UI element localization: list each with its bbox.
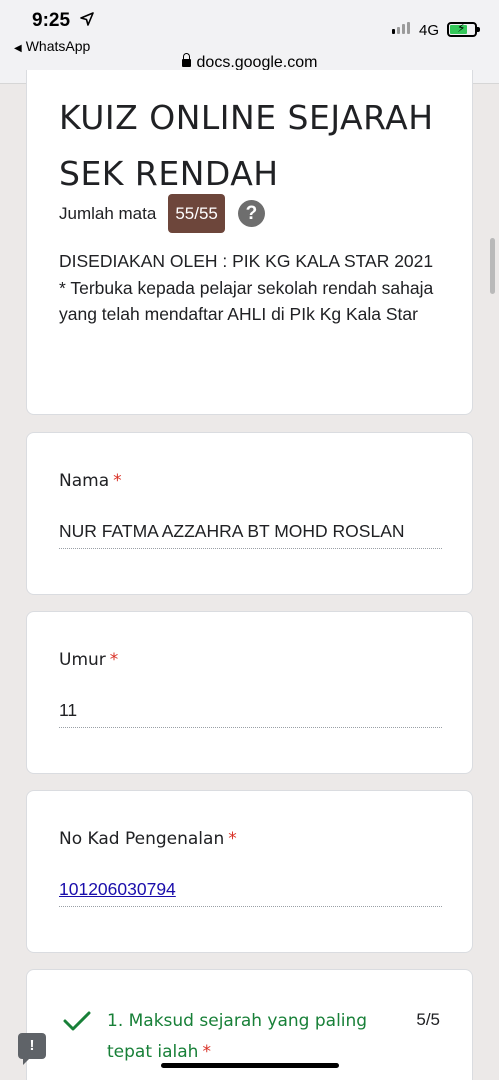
required-asterisk: *	[109, 650, 119, 670]
question-label-text: Nama	[59, 471, 110, 491]
scrollbar[interactable]	[490, 238, 495, 294]
answer-umur: 11	[59, 700, 442, 728]
form-header-card: KUIZ ONLINE SEJARAH SEK RENDAH Jumlah ma…	[26, 70, 473, 415]
question-card-nama: Nama * NUR FATMA AZZAHRA BT MOHD ROSLAN	[26, 432, 473, 595]
quiz-question-label: 1. Maksud sejarah yang paling tepat iala…	[107, 1011, 368, 1062]
question-card-kad: No Kad Pengenalan * 101206030794	[26, 790, 473, 953]
lock-icon	[181, 53, 191, 67]
score-label: Jumlah mata	[59, 203, 157, 223]
battery-icon: ⚡	[447, 21, 480, 37]
status-time: 9:25	[32, 10, 71, 31]
answer-kad: 101206030794	[59, 879, 442, 907]
question-label-text: Umur	[59, 650, 106, 670]
required-asterisk: *	[113, 471, 122, 491]
total-score-row: Jumlah mata 55/55 ?	[59, 194, 265, 233]
required-asterisk: *	[202, 1042, 211, 1062]
answer-nama: NUR FATMA AZZAHRA BT MOHD ROSLAN	[59, 521, 442, 549]
quiz-question-text: 1. Maksud sejarah yang paling tepat iala…	[107, 1006, 397, 1068]
signal-icon	[392, 22, 410, 34]
home-indicator[interactable]	[161, 1063, 339, 1068]
back-triangle-icon: ◀	[14, 43, 22, 54]
question-card-umur: Umur * 11	[26, 611, 473, 774]
question-label: No Kad Pengenalan *	[59, 829, 237, 849]
form-description: DISEDIAKAN OLEH : PIK KG KALA STAR 2021 …	[59, 251, 434, 324]
required-asterisk: *	[228, 829, 237, 849]
location-arrow-icon	[80, 12, 94, 26]
form-title: KUIZ ONLINE SEJARAH SEK RENDAH	[59, 98, 434, 193]
back-to-app-button[interactable]: ◀ WhatsApp	[14, 38, 90, 54]
network-type: 4G	[419, 22, 440, 39]
score-badge: 55/55	[168, 194, 225, 233]
question-score: 5/5	[416, 1010, 440, 1029]
back-app-label: WhatsApp	[25, 38, 91, 54]
check-icon	[63, 1011, 91, 1031]
feedback-icon[interactable]: !	[18, 1033, 46, 1065]
phone-number-link[interactable]: 101206030794	[59, 879, 176, 899]
question-label: Nama *	[59, 471, 122, 491]
question-label: Umur *	[59, 650, 118, 670]
help-icon[interactable]: ?	[237, 200, 265, 227]
question-label-text: No Kad Pengenalan	[59, 829, 225, 849]
url-text: docs.google.com	[196, 54, 318, 71]
